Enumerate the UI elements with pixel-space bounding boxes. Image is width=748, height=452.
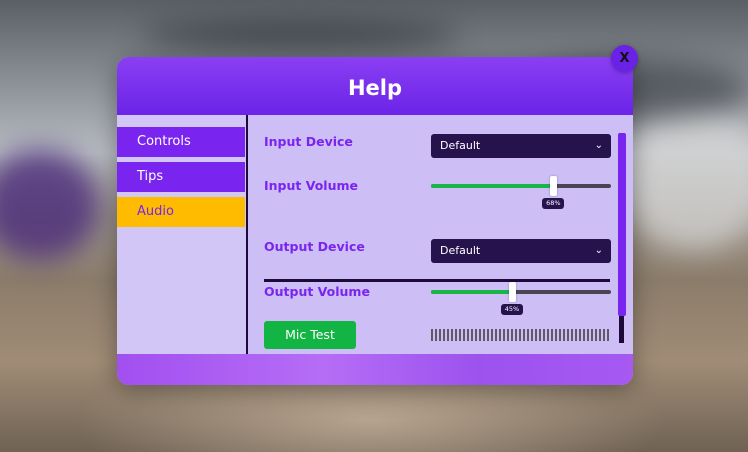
background-blur-shape	[140, 20, 460, 50]
mic-test-button[interactable]: Mic Test	[264, 321, 356, 349]
background-blur-shape	[620, 110, 748, 250]
output-device-select[interactable]: Default ⌄	[431, 239, 611, 263]
input-volume-slider[interactable]: 68%	[431, 176, 611, 209]
background-blur-shape	[0, 150, 100, 260]
input-device-value: Default	[440, 139, 481, 152]
mic-level-meter	[431, 329, 611, 341]
output-volume-slider[interactable]: 45%	[431, 282, 611, 315]
sidebar-item-label: Controls	[137, 134, 191, 149]
input-device-select[interactable]: Default ⌄	[431, 134, 611, 158]
sidebar-item-tips[interactable]: Tips	[117, 162, 245, 192]
audio-settings-panel: Input Device Default ⌄ Input Volume 68% …	[248, 115, 633, 354]
input-volume-thumb[interactable]	[550, 176, 558, 196]
output-volume-thumb[interactable]	[509, 282, 516, 302]
chevron-down-icon: ⌄	[594, 140, 603, 151]
output-volume-percent: 45%	[501, 304, 523, 315]
input-volume-fill	[431, 184, 554, 188]
scrollbar-thumb[interactable]	[618, 133, 626, 316]
chevron-down-icon: ⌄	[594, 245, 603, 256]
output-volume-fill	[431, 290, 512, 294]
dialog-footer	[117, 354, 633, 385]
section-divider	[264, 279, 610, 282]
input-device-label: Input Device	[264, 134, 353, 149]
output-device-value: Default	[440, 244, 481, 257]
dialog-title: Help	[347, 76, 403, 100]
input-volume-percent: 68%	[542, 198, 565, 209]
output-device-label: Output Device	[264, 239, 365, 254]
sidebar-item-audio[interactable]: Audio	[117, 197, 245, 227]
close-button[interactable]: X	[611, 45, 638, 72]
sidebar-item-label: Tips	[137, 169, 164, 184]
dialog-header: Help	[117, 57, 633, 115]
sidebar-item-controls[interactable]: Controls	[117, 127, 245, 157]
input-volume-label: Input Volume	[264, 178, 358, 193]
sidebar-item-label: Audio	[137, 204, 174, 219]
output-volume-label: Output Volume	[264, 284, 370, 299]
